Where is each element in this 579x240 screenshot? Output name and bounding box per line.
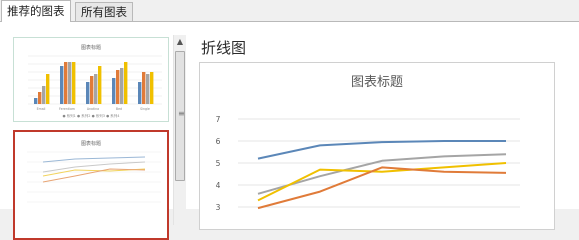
gridlines	[238, 118, 520, 208]
tab-bar: 推荐的图表 所有图表	[0, 0, 579, 22]
thumbnail-bar	[68, 62, 72, 104]
thumbnail-bar	[138, 82, 142, 104]
thumbnail-bar	[142, 72, 146, 104]
thumbnail-bar	[42, 86, 46, 104]
column-chart-thumbnail: 图表标题 Email Ferentiam Anatina Bed Single ● 系列…	[28, 44, 162, 118]
thumbnail-clustered-column[interactable]: 图表标题 Email Ferentiam Anatina Bed Single ● 系列…	[13, 37, 169, 122]
thumbnail-bar	[72, 62, 76, 104]
dialog-panel: 图表标题 Email Ferentiam Anatina Bed Single ● 系列…	[0, 21, 579, 240]
thumbnail-category: Email	[37, 107, 46, 111]
thumbnail-bar	[34, 98, 38, 104]
y-tick-label: 4	[216, 181, 221, 190]
chart-preview: 图表标题 7 6 5 4 3	[199, 62, 555, 230]
thumbnail-category: Bed	[116, 107, 122, 111]
thumbnail-bar	[86, 82, 90, 104]
thumbnail-categories: Email Ferentiam Anatina Bed Single	[37, 107, 150, 111]
y-tick-label: 7	[216, 115, 221, 124]
thumbnail-scrollbar[interactable]: ▲ ≡	[173, 35, 186, 225]
thumbnail-title: 图表标题	[81, 140, 101, 147]
chart-title: 图表标题	[351, 75, 403, 90]
chart-type-title: 折线图	[201, 39, 247, 57]
thumbnail-bar	[120, 68, 124, 104]
thumbnail-category: Single	[140, 107, 150, 111]
series-line-3	[257, 162, 507, 202]
thumbnail-bar	[38, 92, 42, 104]
thumbnail-bar	[46, 74, 50, 104]
line-chart: 图表标题 7 6 5 4 3	[216, 75, 520, 212]
series-line-2	[257, 153, 507, 195]
thumbnail-bars	[34, 62, 154, 104]
thumbnail-bar	[64, 62, 68, 104]
tab-all-charts[interactable]: 所有图表	[75, 2, 133, 21]
y-tick-label: 3	[216, 203, 221, 212]
series-line-4	[257, 166, 507, 210]
thumbnail-title: 图表标题	[81, 44, 101, 51]
thumbnail-bar	[90, 76, 94, 104]
chart-thumbnail-list: 图表标题 Email Ferentiam Anatina Bed Single ● 系列…	[13, 37, 169, 240]
thumbnail-bar	[112, 78, 116, 104]
thumbnail-bar	[98, 66, 102, 104]
thumbnail-bar	[124, 62, 128, 104]
line-chart-thumbnail: 图表标题	[27, 140, 161, 203]
thumbnail-line[interactable]: 图表标题	[13, 130, 169, 240]
y-tick-label: 6	[216, 137, 221, 146]
thumbnail-category: Anatina	[87, 107, 99, 111]
scroll-up-arrow-icon[interactable]: ▲	[174, 35, 186, 49]
thumbnail-bar	[150, 72, 154, 104]
series-lines	[257, 140, 507, 210]
y-axis-tick-labels: 7 6 5 4 3	[216, 115, 221, 212]
thumbnail-legend: ● 系列1 ● 系列2 ● 系列3 ● 系列4	[63, 113, 121, 118]
thumbnail-lines	[42, 156, 146, 183]
tab-recommended-charts[interactable]: 推荐的图表	[1, 0, 71, 22]
thumbnail-bar	[94, 74, 98, 104]
thumbnail-line-1	[42, 156, 146, 163]
grip-icon: ≡	[178, 109, 185, 118]
thumbnail-bar	[116, 70, 120, 104]
thumbnail-bar	[146, 74, 150, 104]
thumbnail-bar	[60, 66, 64, 104]
thumbnail-category: Ferentiam	[59, 107, 75, 111]
y-tick-label: 5	[216, 159, 221, 168]
scroll-thumb[interactable]: ≡	[175, 51, 185, 181]
